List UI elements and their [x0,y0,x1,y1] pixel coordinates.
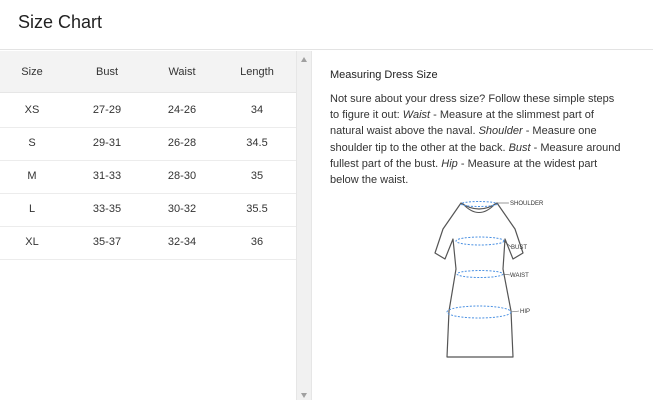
guide-description: Not sure about your dress size? Follow t… [330,91,626,188]
step-name-hip: Hip [441,157,458,170]
dress-illustration-icon: SHOULDER BUST WAIST HIP [434,201,544,358]
cell-waist: 24-26 [167,104,197,116]
cell-length: 34 [250,104,264,116]
step-name-waist: Waist [402,109,431,122]
table-row: M 31-33 28-30 35 [0,160,296,194]
page-title: Size Chart [18,12,103,32]
cell-bust: 35-37 [92,236,122,248]
table-header-row: Size Bust Waist Length [0,51,296,93]
column-header-length: Length [240,66,274,78]
cell-bust: 29-31 [92,137,122,149]
cell-size: M [27,170,37,182]
cell-bust: 27-29 [92,104,122,116]
cell-waist: 26-28 [167,137,197,149]
size-table: Size Bust Waist Length XS 27-29 24-26 34… [0,51,296,400]
cell-size: L [28,203,36,215]
measuring-guide: Measuring Dress Size Not sure about your… [313,51,653,400]
cell-waist: 30-32 [167,203,197,215]
scroll-up-arrow-icon[interactable] [301,57,307,62]
cell-size: S [28,137,36,149]
diagram-label-shoulder: SHOULDER [510,201,544,207]
scroll-down-arrow-icon[interactable] [301,393,307,398]
cell-waist: 32-34 [167,236,197,248]
diagram-label-bust: BUST [511,245,527,251]
guide-title: Measuring Dress Size [330,69,438,81]
cell-size: XL [25,236,39,248]
dress-measurement-diagram: SHOULDER BUST WAIST HIP [423,191,563,363]
table-row: XL 35-37 32-34 36 [0,226,296,260]
cell-length: 35 [250,170,264,182]
step-name-shoulder: Shoulder [478,125,523,138]
vertical-scrollbar[interactable] [296,51,312,400]
step-name-bust: Bust [508,141,531,154]
table-row: XS 27-29 24-26 34 [0,94,296,128]
cell-size: XS [24,104,40,116]
column-header-bust: Bust [95,66,118,78]
column-header-size: Size [21,66,43,78]
diagram-label-waist: WAIST [510,273,529,279]
table-row: S 29-31 26-28 34.5 [0,127,296,161]
modal-header: Size Chart [0,0,653,50]
cell-length: 34.5 [246,137,268,149]
cell-bust: 31-33 [92,170,122,182]
cell-waist: 28-30 [167,170,197,182]
cell-length: 35.5 [246,203,268,215]
column-header-waist: Waist [168,66,196,78]
table-row: L 33-35 30-32 35.5 [0,193,296,227]
cell-length: 36 [250,236,264,248]
diagram-label-hip: HIP [520,309,530,315]
cell-bust: 33-35 [92,203,122,215]
